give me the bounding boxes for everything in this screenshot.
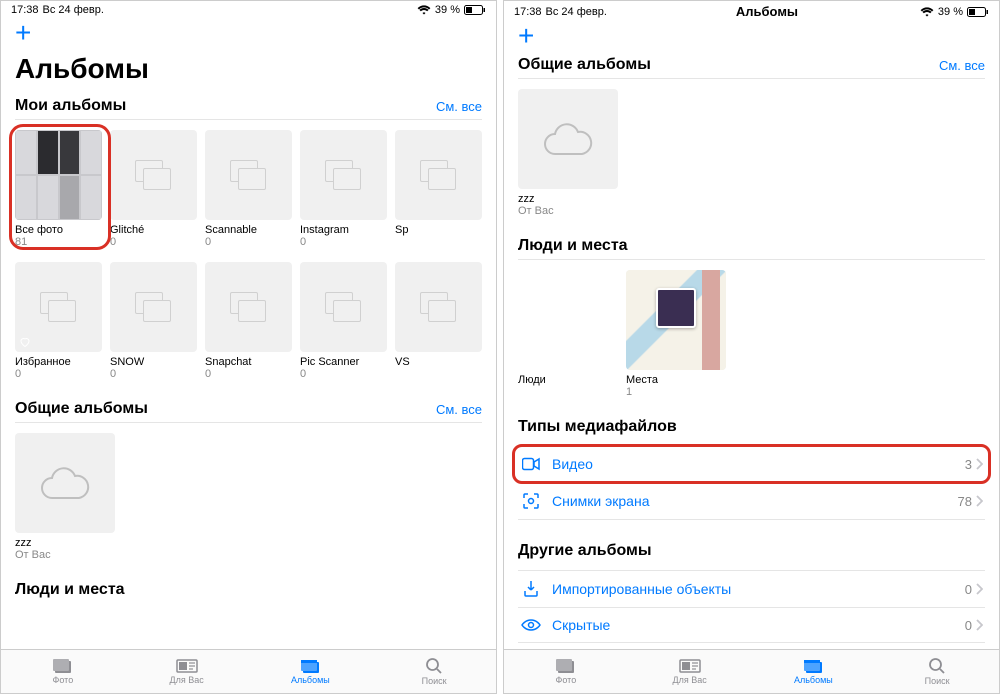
battery-pct: 39 % [938,6,963,18]
stack-icon [230,160,268,190]
tab-search[interactable]: Поиск [372,657,496,686]
tab-bar: Фото Для Вас Альбомы Поиск [504,649,999,693]
album-scannable[interactable]: Scannable 0 [205,130,292,248]
battery-icon [464,5,486,15]
tab-photos[interactable]: Фото [504,658,628,685]
album-partial-2[interactable]: VS [395,262,482,380]
shared-see-all[interactable]: См. все [939,58,985,73]
page-title: Альбомы [1,47,496,91]
album-snapchat[interactable]: Snapchat 0 [205,262,292,380]
tab-bar: Фото Для Вас Альбомы Поиск [1,649,496,693]
album-people[interactable]: Люди [518,270,618,398]
chevron-right-icon [976,458,983,470]
hidden-icon [520,618,542,632]
cloud-icon [543,122,593,156]
media-row-hidden[interactable]: Скрытые 0 [518,607,985,643]
status-time: 17:38 [514,6,542,18]
media-row-screenshots[interactable]: Снимки экрана 78 [518,482,985,520]
add-button[interactable]: + [504,22,999,50]
media-row-video[interactable]: Видео 3 [518,446,985,482]
my-albums-header: Мои альбомы См. все [15,91,482,120]
import-icon [520,580,542,598]
album-all-photos[interactable]: Все фото 81 [15,130,102,248]
stack-icon [135,160,173,190]
other-albums-list: Импортированные объекты 0 Скрытые 0 [518,570,985,643]
people-places-header: Люди и места [15,575,482,603]
album-picscanner[interactable]: Pic Scanner 0 [300,262,387,380]
chevron-right-icon [976,583,983,595]
album-grid-row1: Все фото 81 Glitché 0 Scannable 0 [15,130,482,248]
wifi-icon [920,7,934,17]
status-time: 17:38 [11,4,39,16]
content-scroll[interactable]: Мои альбомы См. все Все фото 81 Glitché … [1,91,496,649]
shared-albums-title: Общие альбомы [15,400,148,418]
shared-album-zzz[interactable]: zzz От Вас [518,89,618,217]
content-scroll[interactable]: Общие альбомы См. все zzz От Вас Люди и … [504,50,999,649]
search-icon [425,657,443,675]
shared-album-zzz[interactable]: zzz От Вас [15,433,115,561]
my-albums-see-all[interactable]: См. все [436,99,482,114]
media-types-list: Видео 3 Снимки экрана 78 [518,446,985,520]
stack-icon [420,292,458,322]
people-places-header: Люди и места [518,231,985,260]
tab-photos[interactable]: Фото [1,658,125,685]
other-albums-header: Другие альбомы [518,536,985,564]
album-snow[interactable]: SNOW 0 [110,262,197,380]
media-types-header: Типы медиафайлов [518,412,985,440]
stack-icon [325,292,363,322]
video-icon [520,457,542,471]
stack-icon [40,292,78,322]
shared-albums-header: Общие альбомы См. все [15,394,482,423]
foryou-icon [176,658,198,674]
my-albums-title: Мои альбомы [15,97,126,115]
left-pane: 17:38 Вс 24 февр. 39 % + Альбомы Мои аль… [0,0,497,694]
battery-pct: 39 % [435,4,460,16]
chevron-right-icon [976,495,983,507]
tab-foryou[interactable]: Для Вас [125,658,249,685]
photos-icon [555,658,577,674]
nav-title: Альбомы [736,4,798,19]
stack-icon [420,160,458,190]
media-row-imported[interactable]: Импортированные объекты 0 [518,570,985,607]
wifi-icon [417,5,431,15]
status-bar: 17:38 Вс 24 февр. 39 % [1,1,496,19]
shared-album-row: zzz От Вас [15,433,482,561]
search-icon [928,657,946,675]
albums-icon [802,658,824,674]
album-partial-1[interactable]: Sp [395,130,482,248]
chevron-right-icon [976,619,983,631]
tab-albums[interactable]: Альбомы [249,658,373,685]
screenshot-icon [520,492,542,510]
tab-foryou[interactable]: Для Вас [628,658,752,685]
add-button[interactable]: + [1,19,496,47]
status-bar: 17:38 Вс 24 февр. Альбомы 39 % [504,1,999,22]
map-pin-icon [656,288,696,328]
albums-icon [299,658,321,674]
people-places-row: Люди Места 1 [518,270,985,398]
photos-icon [52,658,74,674]
status-date: Вс 24 февр. [43,4,104,16]
cloud-icon [40,466,90,500]
album-glitche[interactable]: Glitché 0 [110,130,197,248]
battery-icon [967,7,989,17]
album-grid-row2: Избранное 0 SNOW 0 Snapchat 0 Pic Scanne… [15,262,482,380]
tab-search[interactable]: Поиск [875,657,999,686]
album-places[interactable]: Места 1 [626,270,726,398]
album-favorites[interactable]: Избранное 0 [15,262,102,380]
stack-icon [135,292,173,322]
status-date: Вс 24 февр. [546,6,607,18]
album-instagram[interactable]: Instagram 0 [300,130,387,248]
tab-albums[interactable]: Альбомы [752,658,876,685]
foryou-icon [679,658,701,674]
stack-icon [325,160,363,190]
dual-pane-container: 17:38 Вс 24 февр. 39 % + Альбомы Мои аль… [0,0,1000,694]
shared-see-all[interactable]: См. все [436,402,482,417]
heart-icon [19,336,31,348]
shared-album-row: zzz От Вас [518,89,985,217]
stack-icon [230,292,268,322]
right-pane: 17:38 Вс 24 февр. Альбомы 39 % + Общие а… [503,0,1000,694]
shared-albums-header: Общие альбомы См. все [518,50,985,79]
